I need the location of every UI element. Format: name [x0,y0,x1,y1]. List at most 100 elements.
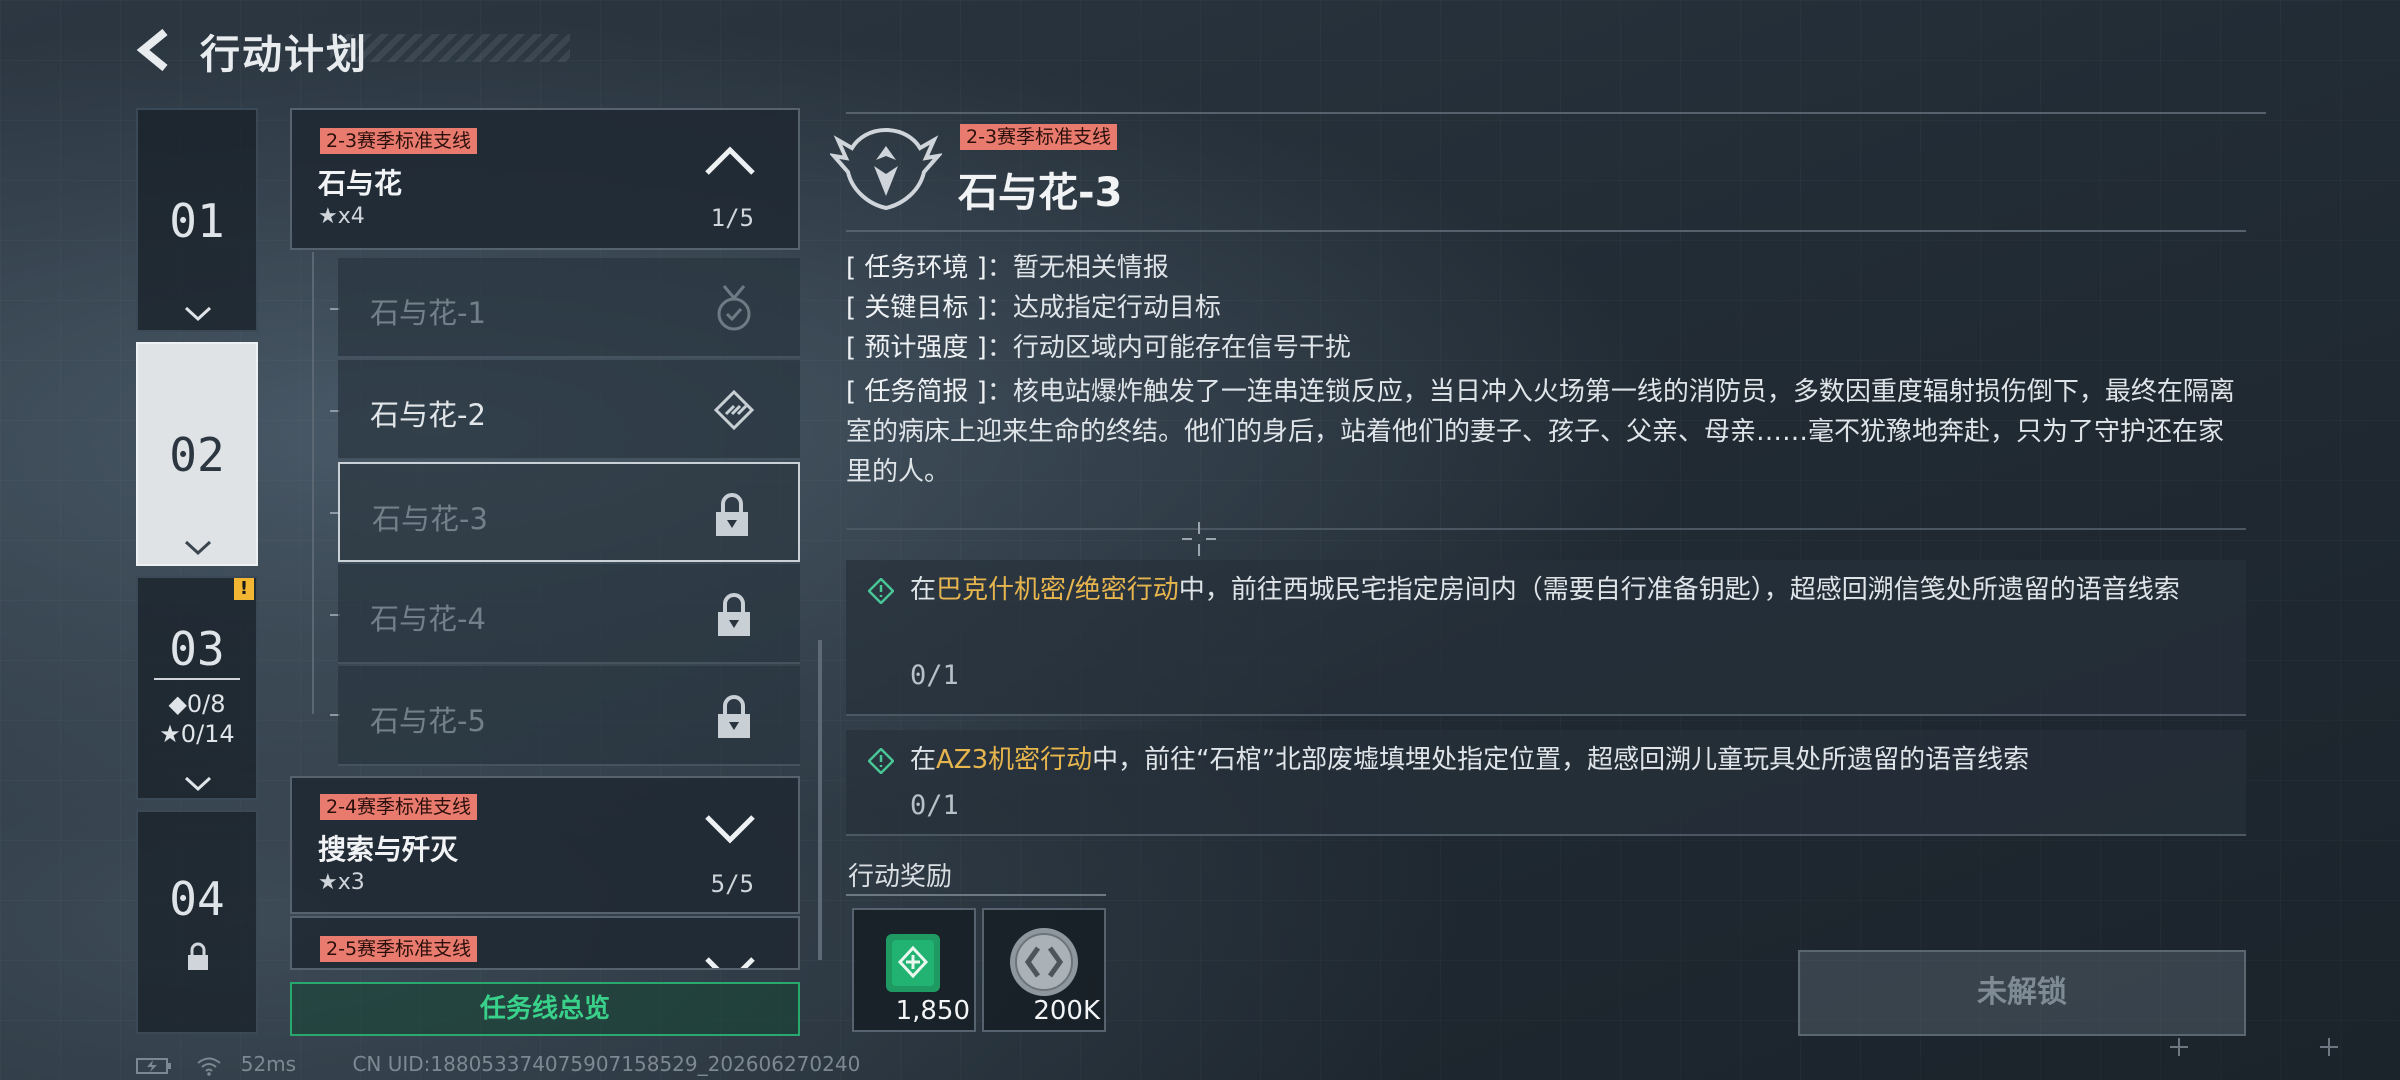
unlock-button[interactable]: 未解锁 [1798,950,2246,1036]
sub-mission-3[interactable]: 石与花-3 [338,462,800,562]
reward-item-1[interactable]: 1,850 [852,908,976,1032]
info-value: ：暂无相关情报 [986,253,1169,283]
rewards-label: 行动奖励 [848,862,953,892]
chapter-number: 04 [169,872,225,926]
tree-connector [312,252,314,714]
objective-1: 在巴克什机密/绝密行动中，前往西城民宅指定房间内（需要自行准备钥匙），超感回溯信… [846,560,2246,716]
season-tag: 2-5赛季标准支线 [320,936,478,962]
info-value: ：核电站爆炸触发了一连串连锁反应，当日冲入火场第一线的消防员，多数因重度辐射损伤… [846,377,2235,487]
objective-pre: 在 [910,575,937,605]
sub-mission-label: 石与花-5 [370,704,486,738]
group-stars: ★x3 [318,870,365,895]
info-key: [ 任务环境 ] [846,253,987,283]
lock-icon [718,593,750,636]
chevron-down-icon [184,776,212,792]
chevron-down-icon [184,540,212,556]
objective-progress: 0/1 [910,790,959,821]
crosshair-icon [1182,522,1216,556]
reward-qty: 200K [1033,996,1100,1026]
chevron-down-icon [184,306,212,322]
battery-icon [136,1057,171,1074]
mission-title: 石与花-3 [958,170,1123,216]
mission-group-shiyuhua[interactable]: 2-3赛季标准支线 石与花 ★x4 1/5 [290,108,800,250]
chapter-tab-01[interactable]: 01 [136,108,258,332]
info-intensity: [ 预计强度 ]：行动区域内可能存在信号干扰 [846,328,2246,368]
info-value: ：行动区域内可能存在信号干扰 [986,333,1351,363]
chapter-number: 02 [169,428,225,482]
objective-desc: 中，前往西城民宅指定房间内（需要自行准备钥匙），超感回溯信笺处所遗留的语音线索 [1178,575,2180,605]
chevron-down-icon[interactable] [704,814,756,844]
silver-coin-icon [1010,928,1078,996]
sub-mission-4[interactable]: 石与花-4 [338,564,800,664]
ping-value: 52ms [240,1052,297,1076]
sub-mission-2[interactable]: 石与花-2 [338,360,800,460]
divider [846,112,2266,114]
sub-mission-label: 石与花-4 [370,602,486,636]
objective-location: AZ3机密行动 [936,745,1093,775]
chapter-number: 01 [169,194,225,248]
season-tag: 2-4赛季标准支线 [320,794,478,820]
divider [154,678,240,680]
divider [846,528,2246,530]
lock-icon [188,942,208,970]
chevron-up-icon[interactable] [704,146,756,176]
green-supply-icon [886,934,940,992]
sub-mission-label: 石与花-2 [370,398,486,432]
objective-text: 在巴克什机密/绝密行动中，前往西城民宅指定房间内（需要自行准备钥匙），超感回溯信… [910,570,2220,610]
back-arrow-icon[interactable] [135,28,175,72]
info-key: [ 预计强度 ] [846,333,987,363]
star-count: ★0/14 [159,720,235,748]
info-environment: [ 任务环境 ]：暂无相关情报 [846,248,2246,288]
group-name: 搜索与歼灭 [318,833,459,866]
mission-group-2-5[interactable]: 2-5赛季标准支线 [290,916,800,970]
info-key: [ 任务简报 ] [846,377,987,407]
chevron-down-icon[interactable] [704,956,756,970]
chapter-tab-02[interactable]: 02 [136,342,258,566]
objective-desc: 中，前往“石棺”北部废墟填埋处指定位置，超感回溯儿童玩具处所遗留的语音线索 [1092,745,2030,775]
group-stars: ★x4 [318,204,365,229]
objective-2: 在AZ3机密行动中，前往“石棺”北部废墟填埋处指定位置，超感回溯儿童玩具处所遗留… [846,730,2246,836]
info-value: ：达成指定行动目标 [986,293,1221,323]
diamond-count: ◆0/8 [168,690,226,718]
warning-badge-icon: ! [234,578,254,600]
plus-mark-icon [2320,1038,2338,1056]
objective-text: 在AZ3机密行动中，前往“石棺”北部废墟填埋处指定位置，超感回溯儿童玩具处所遗留… [910,740,2220,780]
season-tag: 2-3赛季标准支线 [320,128,478,154]
divider [846,894,1106,896]
diamond-striped-icon [714,389,754,431]
objective-location: 巴克什机密/绝密行动 [936,575,1179,605]
reward-qty: 1,850 [895,996,970,1026]
sub-mission-1[interactable]: 石与花-1 [338,258,800,358]
reward-item-2[interactable]: 200K [982,908,1106,1032]
group-progress: 5/5 [710,870,754,898]
detail-season-tag: 2-3赛季标准支线 [960,124,1118,150]
mission-group-sousuo[interactable]: 2-4赛季标准支线 搜索与歼灭 ★x3 5/5 [290,776,800,914]
medal-check-icon [717,285,751,331]
group-name: 石与花 [318,167,403,200]
lock-icon [716,493,748,536]
wifi-icon [197,1057,221,1076]
group-progress: 1/5 [710,204,754,232]
sub-mission-label: 石与花-1 [370,296,486,330]
page-title: 行动计划 [200,32,368,78]
lock-icon [718,695,750,738]
objective-diamond-icon [868,748,894,774]
chapter-tab-03[interactable]: ! 03 ◆0/8 ★0/14 [136,576,258,800]
mission-overview-button[interactable]: 任务线总览 [290,982,800,1036]
chapter-tab-04[interactable]: 04 [136,810,258,1034]
plus-mark-icon [2170,1038,2188,1056]
sub-mission-label: 石与花-3 [372,502,488,536]
objective-diamond-icon [868,578,894,604]
info-briefing: [ 任务简报 ]：核电站爆炸触发了一连串连锁反应，当日冲入火场第一线的消防员，多… [846,372,2246,492]
divider [846,230,2246,232]
list-scrollbar[interactable] [818,640,822,960]
chapter-number: 03 [169,622,225,676]
info-key-target: [ 关键目标 ]：达成指定行动目标 [846,288,2246,328]
uid-text: CN UID:18805337407590715852​9_2026062702… [352,1052,861,1076]
status-bar: 52ms CN UID:18805337407590715852​9_20260… [136,1052,860,1076]
eagle-emblem-icon [830,127,942,211]
sub-mission-5[interactable]: 石与花-5 [338,666,800,766]
objective-progress: 0/1 [910,660,959,691]
info-key: [ 关键目标 ] [846,293,987,323]
objective-pre: 在 [910,745,937,775]
